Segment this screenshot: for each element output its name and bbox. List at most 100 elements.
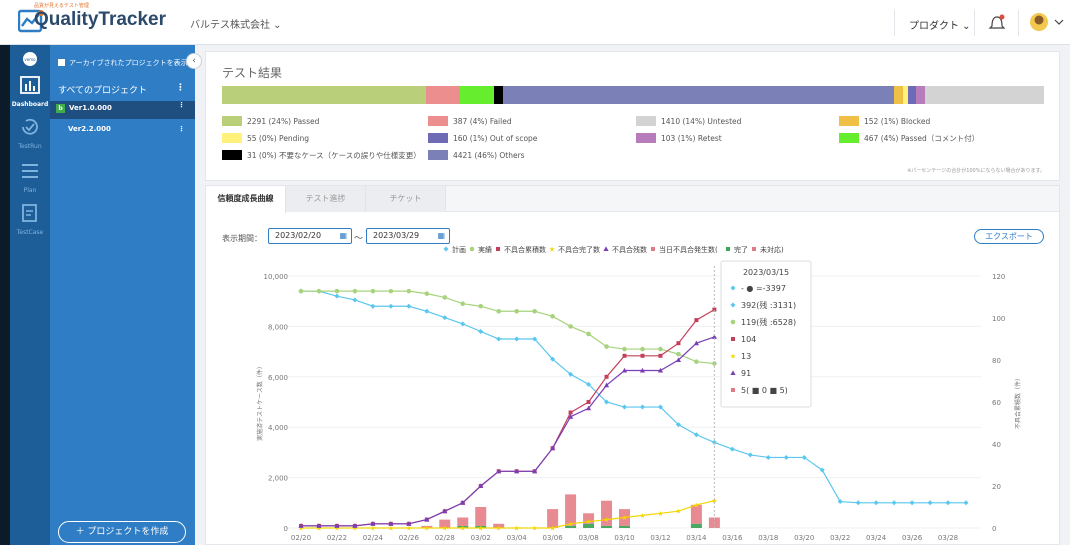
data-point — [298, 288, 304, 294]
data-point — [586, 400, 591, 404]
logo-text: QualityTracker — [34, 9, 167, 30]
project-name: Ver2.2.000 — [68, 125, 111, 133]
project-badge: b — [56, 104, 65, 113]
data-point — [334, 288, 340, 294]
data-point — [370, 288, 376, 294]
x-tick: 03/02 — [471, 534, 491, 542]
legend-label: 103 (1%) Retest — [661, 134, 722, 143]
more-icon[interactable]: ⋮ — [176, 83, 185, 93]
legend-swatch — [636, 133, 656, 143]
y-tick-right: 60 — [992, 399, 1001, 407]
data-point — [352, 297, 358, 303]
legend-item: 467 (4%) Passed（コメント付） — [839, 133, 979, 144]
data-point — [658, 346, 663, 352]
chart-legend-label: 実績 — [478, 245, 492, 254]
chart-legend-label: 未対応) — [760, 245, 784, 254]
result-segment[interactable] — [924, 86, 1044, 104]
y-tick-left: 4,000 — [268, 424, 288, 432]
project-name: Ver1.0.000 — [69, 104, 112, 112]
data-point — [460, 321, 466, 327]
data-point — [604, 344, 609, 349]
data-point — [676, 351, 681, 357]
legend-swatch — [636, 116, 656, 126]
tooltip-value: - ● =-3397 — [741, 284, 786, 293]
result-segment[interactable] — [494, 86, 503, 104]
chart-legend-marker — [752, 247, 756, 251]
result-segment[interactable] — [907, 86, 917, 104]
data-point: ★ — [424, 525, 430, 533]
y-tick-right: 100 — [992, 315, 1005, 323]
data-point: ★ — [532, 525, 538, 533]
legend-item: 160 (1%) Out of scope — [428, 133, 537, 143]
result-segment[interactable] — [894, 86, 903, 104]
data-point — [568, 324, 573, 329]
results-title: テスト結果 — [222, 66, 283, 80]
project-sidebar: アーカイブされたプロジェクトを表示 すべてのプロジェクト ⋮ b Ver1.0.00… — [50, 45, 195, 545]
archive-toggle[interactable]: アーカイブされたプロジェクトを表示 — [58, 58, 188, 68]
test-results-panel: テスト結果 2291 (24%) Passed 387 (4%) Failed 14… — [205, 51, 1060, 181]
legend-label: 31 (0%) 不要なケース（ケースの誤りや仕様変更） — [247, 151, 421, 160]
x-tick: 03/22 — [830, 534, 850, 542]
y-tick-right: 0 — [992, 525, 996, 533]
rail-item-testrun[interactable]: TestRun — [10, 117, 50, 150]
legend-item: 55 (0%) Pending — [222, 133, 309, 143]
workspace-avatar[interactable]: vemo — [10, 51, 50, 71]
icon-rail: vemo Dashboard TestRun Plan TestCase — [10, 45, 50, 545]
result-segment[interactable] — [460, 86, 495, 104]
data-point — [442, 315, 448, 321]
rail-item-testcase[interactable]: TestCase — [10, 203, 50, 236]
list-icon — [22, 164, 38, 178]
project-item-ver1[interactable]: b Ver1.0.000 ⋮ — [50, 101, 195, 119]
legend-item: 103 (1%) Retest — [636, 133, 722, 143]
tooltip-value: 91 — [741, 369, 751, 378]
data-point — [909, 500, 915, 506]
data-point — [442, 295, 448, 300]
checkbox[interactable] — [58, 59, 65, 66]
chart-legend-label: 完了 — [734, 245, 748, 254]
create-project-button[interactable]: ＋ プロジェクトを作成 — [58, 521, 186, 543]
data-point — [550, 314, 555, 319]
more-icon[interactable]: ⋮ — [178, 125, 185, 133]
legend-label: 160 (1%) Out of scope — [453, 134, 538, 143]
rail-item-plan[interactable]: Plan — [10, 161, 50, 194]
result-segment[interactable] — [426, 86, 461, 104]
x-tick: 03/26 — [902, 534, 923, 542]
data-point — [352, 288, 358, 294]
legend-item: 152 (1%) Blocked — [839, 116, 930, 126]
project-item-ver2[interactable]: Ver2.2.000 ⋮ — [50, 125, 195, 141]
more-icon[interactable]: ⋮ — [178, 101, 185, 109]
chart-legend-label: 不具合残数 — [612, 245, 647, 254]
collapse-sidebar-button[interactable]: ‹ — [186, 53, 202, 69]
legend-item: 4421 (46%) Others — [428, 150, 525, 160]
data-point: ★ — [603, 516, 609, 524]
data-point — [837, 499, 843, 505]
legend-label: 152 (1%) Blocked — [864, 117, 931, 126]
y-tick-right: 80 — [992, 357, 1001, 365]
all-projects-item[interactable]: すべてのプロジェクト ⋮ — [50, 83, 195, 101]
bar-done — [619, 525, 631, 528]
legend-label: 2291 (24%) Passed — [247, 117, 320, 126]
data-point: ★ — [514, 525, 520, 533]
user-menu[interactable] — [1018, 10, 1070, 36]
data-point — [316, 288, 322, 294]
x-tick: 03/20 — [794, 534, 814, 542]
data-point — [855, 500, 861, 506]
result-segment[interactable] — [916, 86, 925, 104]
product-menu[interactable]: プロダクト ⌄ — [894, 10, 974, 36]
data-point — [388, 288, 394, 294]
data-point — [406, 303, 412, 309]
logo-tagline: 品質が見えるテスト管理 — [34, 3, 89, 9]
data-point — [514, 308, 519, 314]
data-point: ★ — [496, 525, 502, 533]
result-segment[interactable] — [502, 86, 895, 104]
chart-legend-label: 当日不具合発生数( — [659, 245, 718, 254]
legend-item: 31 (0%) 不要なケース（ケースの誤りや仕様変更） — [222, 150, 421, 161]
data-point — [693, 432, 699, 438]
data-point: ★ — [478, 525, 484, 533]
rail-item-dashboard[interactable]: Dashboard — [10, 75, 50, 108]
x-tick: 02/28 — [435, 534, 455, 542]
notification-button[interactable] — [974, 10, 1018, 36]
company-selector[interactable]: バルテス株式会社 ⌄ — [190, 16, 282, 31]
legend-swatch — [428, 116, 448, 126]
result-segment[interactable] — [222, 86, 427, 104]
